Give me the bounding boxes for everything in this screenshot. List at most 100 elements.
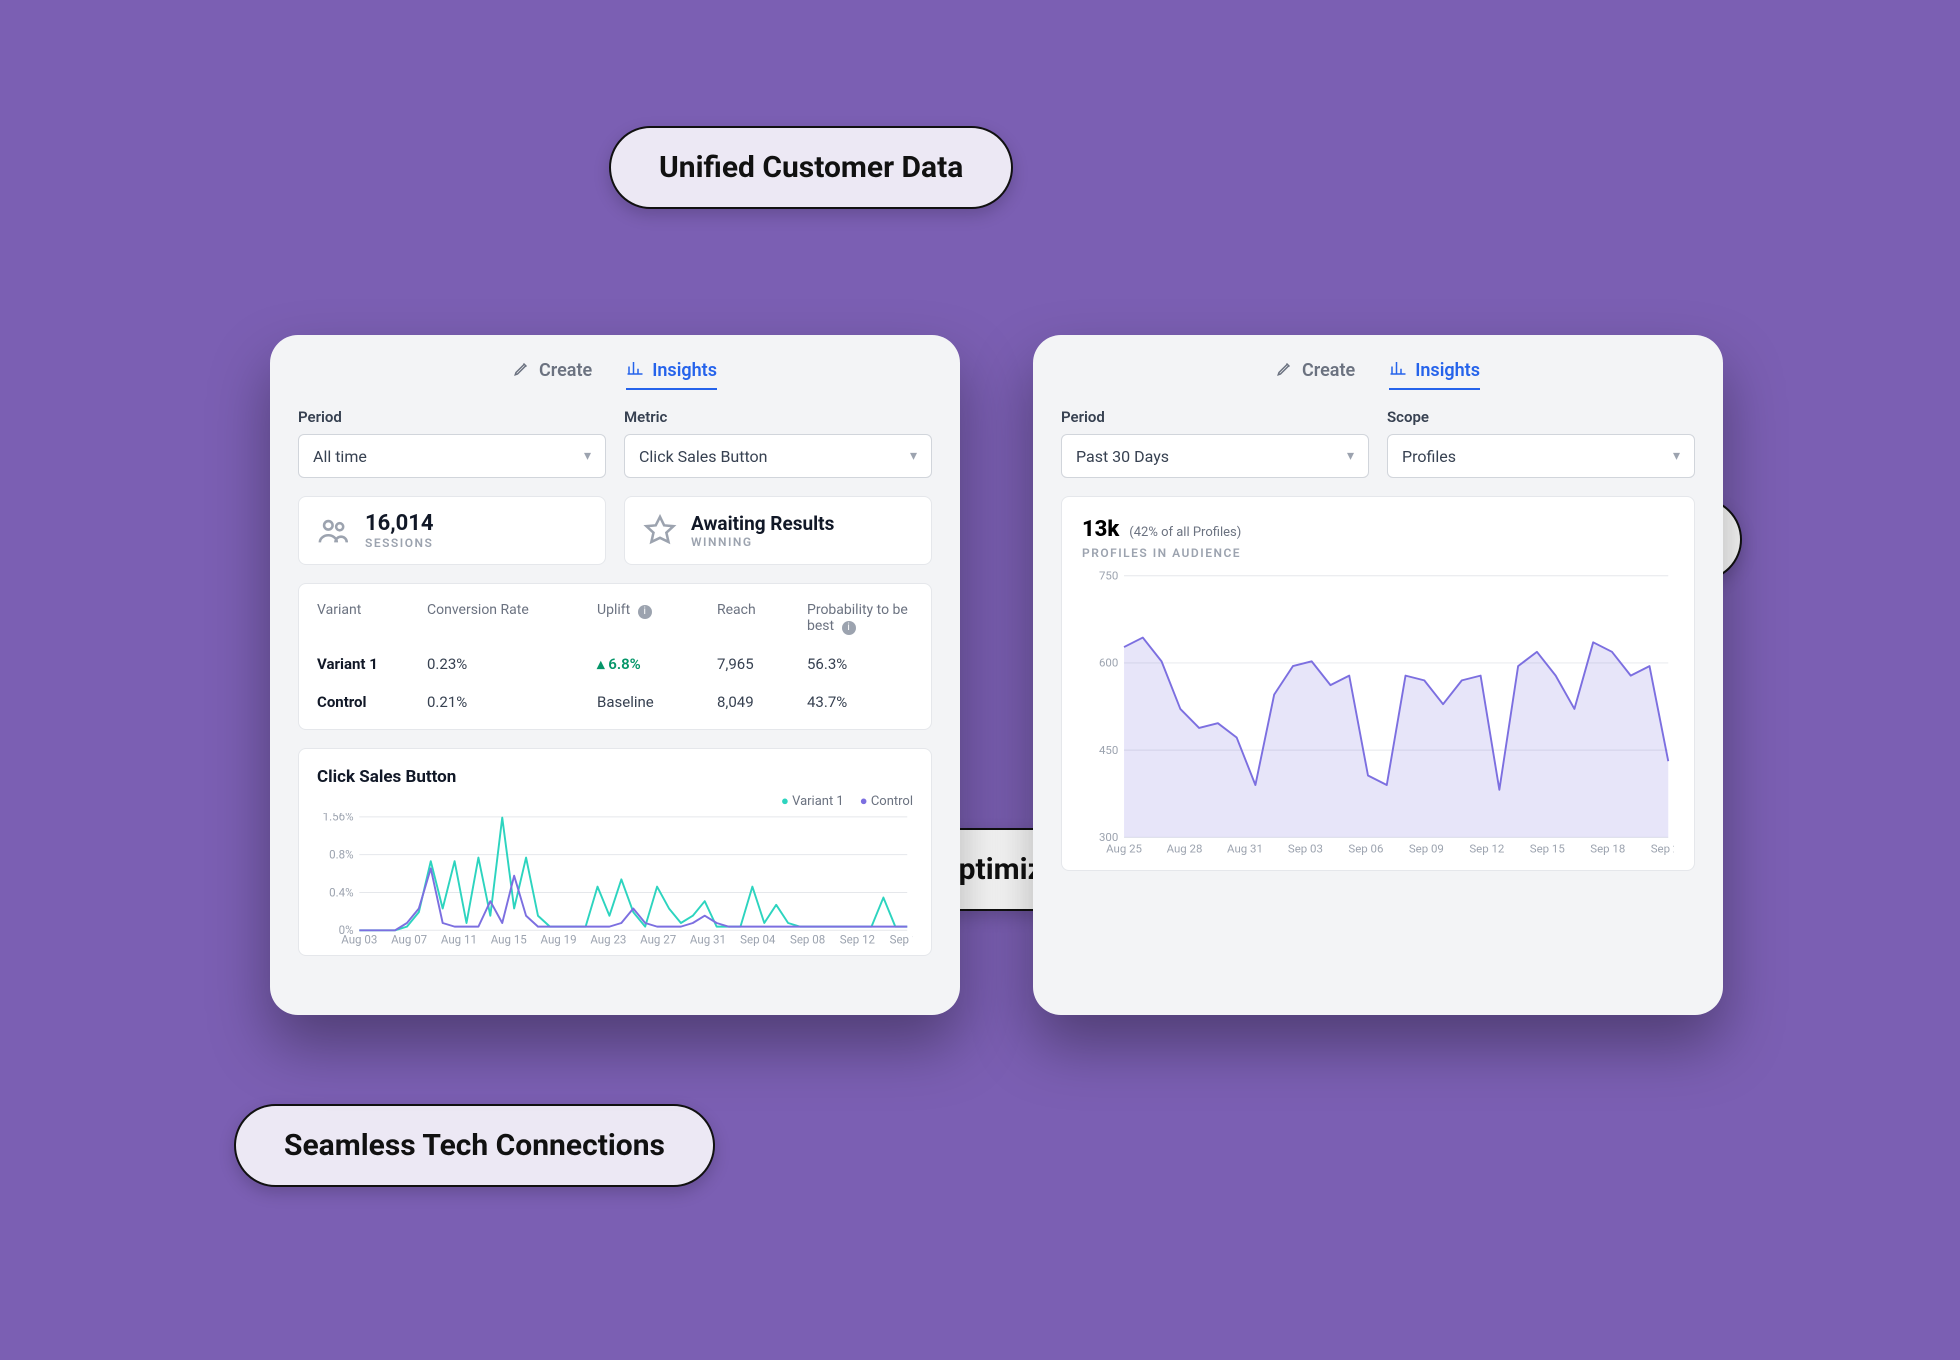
conversion-chart: 0%0.4%0.8%1.56%Aug 03Aug 07Aug 11Aug 15A… <box>317 813 913 948</box>
tab-create[interactable]: Create <box>513 359 592 390</box>
col-conversion: Conversion Rate <box>427 602 597 635</box>
insights-card-profiles: Create Insights Period Past 30 Days ▾ Sc… <box>1033 335 1723 1015</box>
users-icon <box>317 514 351 548</box>
col-variant: Variant <box>317 602 427 635</box>
table-row: Control 0.21% Baseline 8,049 43.7% <box>299 683 931 721</box>
select-value: Profiles <box>1402 447 1456 466</box>
svg-text:Sep 08: Sep 08 <box>790 932 825 946</box>
profiles-label: PROFILES IN AUDIENCE <box>1082 546 1674 560</box>
tab-insights[interactable]: Insights <box>626 359 717 390</box>
chevron-down-icon: ▾ <box>1673 448 1680 464</box>
svg-text:Aug 28: Aug 28 <box>1167 842 1203 856</box>
stat-sessions: 16,014 SESSIONS <box>298 496 606 565</box>
svg-text:1.56%: 1.56% <box>323 813 354 824</box>
tab-insights[interactable]: Insights <box>1389 359 1480 390</box>
filter-scope: Scope Profiles ▾ <box>1387 408 1695 478</box>
stats-row: 16,014 SESSIONS Awaiting Results WINNING <box>298 496 932 565</box>
winning-label: WINNING <box>691 535 834 549</box>
card-tabs: Create Insights <box>298 359 932 390</box>
svg-text:450: 450 <box>1099 743 1118 757</box>
filter-metric: Metric Click Sales Button ▾ <box>624 408 932 478</box>
profiles-count: 13k <box>1082 517 1119 542</box>
cell-reach: 7,965 <box>717 655 807 673</box>
select-value: All time <box>313 447 367 466</box>
filter-label: Period <box>1061 408 1369 426</box>
cell-variant: Variant 1 <box>317 655 427 673</box>
svg-text:Aug 27: Aug 27 <box>640 932 676 946</box>
pencil-icon <box>1276 359 1294 382</box>
svg-text:0.4%: 0.4% <box>329 885 353 899</box>
stat-winning: Awaiting Results WINNING <box>624 496 932 565</box>
svg-text:Sep 21: Sep 21 <box>1651 842 1674 856</box>
svg-text:0.8%: 0.8% <box>329 847 353 861</box>
filters-row: Period Past 30 Days ▾ Scope Profiles ▾ <box>1061 408 1695 478</box>
info-icon[interactable]: i <box>842 621 856 635</box>
winning-title: Awaiting Results <box>691 512 834 535</box>
filter-period: Period Past 30 Days ▾ <box>1061 408 1369 478</box>
svg-text:750: 750 <box>1099 570 1118 583</box>
star-icon <box>643 514 677 548</box>
card-tabs: Create Insights <box>1061 359 1695 390</box>
svg-text:Aug 03: Aug 03 <box>341 932 377 946</box>
info-icon[interactable]: i <box>638 605 652 619</box>
svg-text:Aug 15: Aug 15 <box>491 932 528 946</box>
svg-text:Sep 03: Sep 03 <box>1288 842 1323 856</box>
svg-text:Aug 11: Aug 11 <box>441 932 477 946</box>
svg-text:Aug 19: Aug 19 <box>541 932 577 946</box>
filters-row: Period All time ▾ Metric Click Sales But… <box>298 408 932 478</box>
period-select[interactable]: All time ▾ <box>298 434 606 478</box>
svg-text:Sep 06: Sep 06 <box>1348 842 1383 856</box>
bar-chart-icon <box>626 359 644 382</box>
svg-text:Sep 09: Sep 09 <box>1409 842 1444 856</box>
select-value: Click Sales Button <box>639 447 768 466</box>
pill-label: Seamless Tech Connections <box>284 1128 665 1163</box>
table-header-row: Variant Conversion Rate Uplift i Reach P… <box>299 592 931 645</box>
bar-chart-icon <box>1389 359 1407 382</box>
pencil-icon <box>513 359 531 382</box>
svg-text:Aug 23: Aug 23 <box>590 932 626 946</box>
sessions-count: 16,014 <box>365 511 434 536</box>
svg-text:Aug 31: Aug 31 <box>690 932 726 946</box>
tab-label: Create <box>1302 360 1355 381</box>
period-select[interactable]: Past 30 Days ▾ <box>1061 434 1369 478</box>
svg-text:Sep 18: Sep 18 <box>1590 842 1625 856</box>
table-row: Variant 1 0.23% 6.8% 7,965 56.3% <box>299 645 931 683</box>
scope-select[interactable]: Profiles ▾ <box>1387 434 1695 478</box>
cell-conversion: 0.21% <box>427 693 597 711</box>
svg-text:Sep 12: Sep 12 <box>1469 842 1504 856</box>
cell-prob: 56.3% <box>807 655 913 673</box>
tab-label: Create <box>539 360 592 381</box>
tab-label: Insights <box>1415 360 1480 381</box>
pill-label: Unified Customer Data <box>659 150 963 185</box>
cell-prob: 43.7% <box>807 693 913 711</box>
svg-text:Sep 19: Sep 19 <box>890 932 913 946</box>
filter-label: Metric <box>624 408 932 426</box>
profiles-panel: 13k (42% of all Profiles) PROFILES IN AU… <box>1061 496 1695 871</box>
legend-variant1: Variant 1 <box>781 793 844 809</box>
svg-text:Sep 12: Sep 12 <box>840 932 876 946</box>
select-value: Past 30 Days <box>1076 447 1169 466</box>
svg-text:Sep 04: Sep 04 <box>740 932 776 946</box>
svg-text:Aug 31: Aug 31 <box>1227 842 1263 856</box>
cell-reach: 8,049 <box>717 693 807 711</box>
pill-unified-data: Unified Customer Data <box>609 126 1013 209</box>
profiles-heading: 13k (42% of all Profiles) <box>1082 517 1674 542</box>
insights-card-experimentation: Create Insights Period All time ▾ Metric <box>270 335 960 1015</box>
filter-period: Period All time ▾ <box>298 408 606 478</box>
chevron-down-icon: ▾ <box>584 448 591 464</box>
chart-panel-conversion: Click Sales Button Variant 1 Control 0%0… <box>298 748 932 957</box>
col-uplift: Uplift i <box>597 602 717 635</box>
chart-title: Click Sales Button <box>317 767 913 787</box>
chevron-down-icon: ▾ <box>910 448 917 464</box>
chart-legend: Variant 1 Control <box>317 793 913 809</box>
filter-label: Period <box>298 408 606 426</box>
legend-control: Control <box>860 793 913 809</box>
filter-label: Scope <box>1387 408 1695 426</box>
profiles-chart: 300450600750Aug 25Aug 28Aug 31Sep 03Sep … <box>1082 570 1674 856</box>
svg-text:Sep 15: Sep 15 <box>1530 842 1565 856</box>
cell-uplift: Baseline <box>597 693 717 711</box>
metric-select[interactable]: Click Sales Button ▾ <box>624 434 932 478</box>
cell-uplift: 6.8% <box>597 655 717 673</box>
tab-create[interactable]: Create <box>1276 359 1355 390</box>
sessions-label: SESSIONS <box>365 536 434 550</box>
